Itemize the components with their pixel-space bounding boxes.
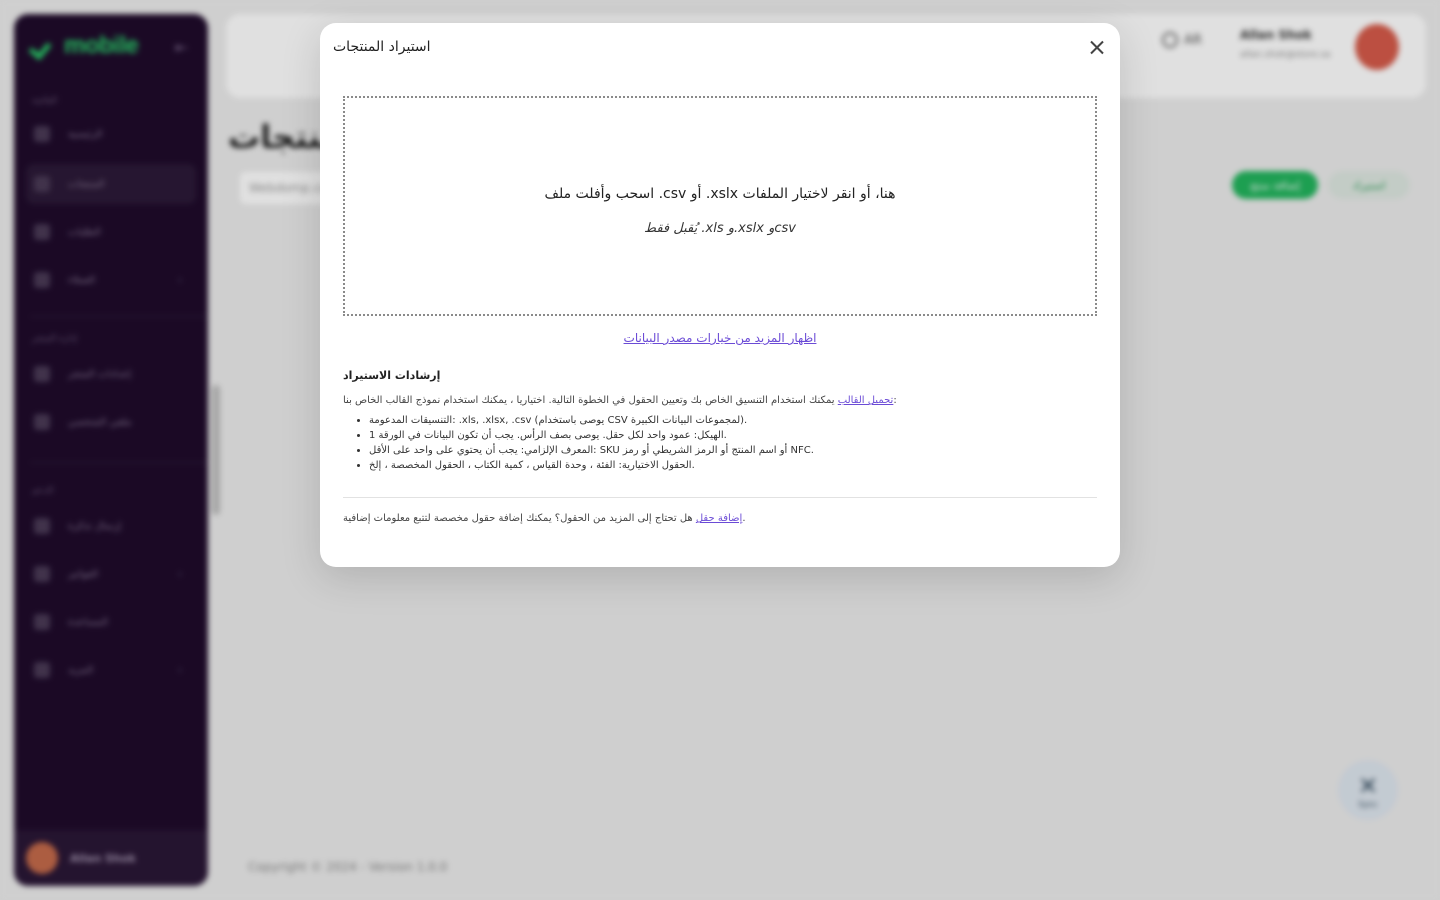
list-item: الحقول الاختيارية: الفئة ، وحدة القياس ،… (369, 460, 1097, 471)
custom-fields-note: إضافة حقل هل تحتاج إلى المزيد من الحقول؟… (343, 513, 746, 524)
add-field-link[interactable]: إضافة حقل (696, 513, 742, 524)
file-dropzone[interactable]: اسحب وأفلت ملف .csv أو .xslx هنا، أو انق… (343, 96, 1097, 316)
guidelines-intro-text: يمكنك استخدام التنسيق الخاص بك وتعيين ال… (343, 395, 897, 406)
close-icon[interactable] (1086, 37, 1108, 59)
download-template-link[interactable]: تحميل القالب (838, 395, 894, 406)
dropzone-accepted-formats: يُقبل فقط .xls و.xslx وcsv (644, 221, 796, 236)
divider (343, 497, 1097, 498)
modal-title: استيراد المنتجات (333, 39, 431, 55)
guidelines-title: إرشادات الاستيراد (343, 369, 441, 382)
list-item: الهيكل: عمود واحد لكل حقل. يوصى بصف الرأ… (369, 430, 1097, 441)
list-item: التنسيقات المدعومة: .xls, .xlsx, .csv (ي… (369, 415, 1097, 426)
dropzone-instructions: اسحب وأفلت ملف .csv أو .xslx هنا، أو انق… (544, 186, 896, 202)
import-guidelines: إرشادات الاستيراد تحميل القالب يمكنك است… (343, 369, 1097, 475)
more-data-source-options-link[interactable]: اظهار المزيد من خيارات مصدر البيانات (320, 331, 1120, 345)
guidelines-intro: تحميل القالب يمكنك استخدام التنسيق الخاص… (343, 395, 1097, 406)
import-products-modal: استيراد المنتجات اسحب وأفلت ملف .csv أو … (320, 23, 1120, 567)
custom-fields-text: هل تحتاج إلى المزيد من الحقول؟ يمكنك إضا… (343, 513, 746, 524)
list-item: المعرف الإلزامي: يجب أن يحتوي على واحد ع… (369, 445, 1097, 456)
guidelines-list: التنسيقات المدعومة: .xls, .xlsx, .csv (ي… (343, 415, 1097, 471)
